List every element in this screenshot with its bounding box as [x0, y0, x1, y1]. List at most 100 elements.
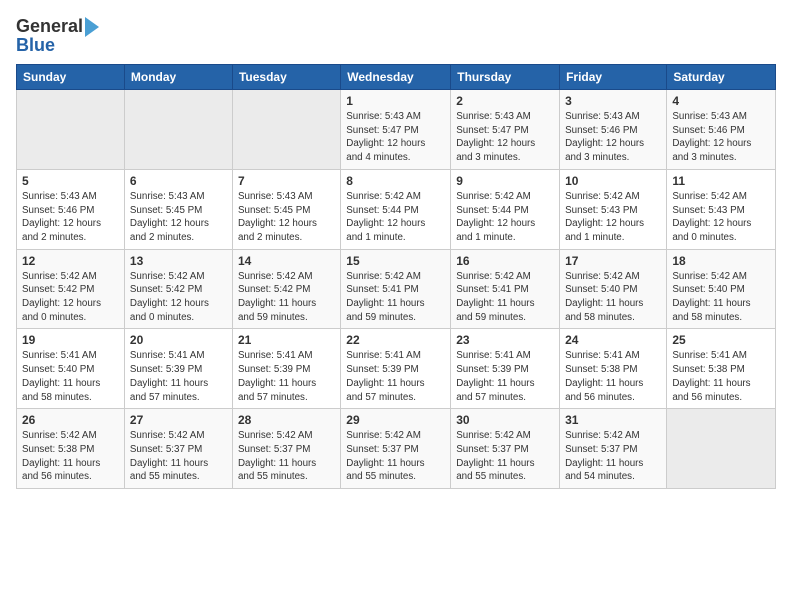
day-header-tuesday: Tuesday — [232, 65, 340, 90]
calendar-week-1: 1 Sunrise: 5:43 AM Sunset: 5:47 PM Daylig… — [17, 90, 776, 170]
calendar-cell: 3 Sunrise: 5:43 AM Sunset: 5:46 PM Daylig… — [560, 90, 667, 170]
calendar-week-4: 19Sunrise: 5:41 AM Sunset: 5:40 PM Dayli… — [17, 329, 776, 409]
day-info: Sunrise: 5:42 AM Sunset: 5:42 PM Dayligh… — [130, 270, 227, 325]
day-number: 19 — [22, 333, 119, 347]
day-header-friday: Friday — [560, 65, 667, 90]
day-info: Sunrise: 5:42 AM Sunset: 5:37 PM Dayligh… — [456, 429, 554, 484]
day-info: Sunrise: 5:42 AM Sunset: 5:37 PM Dayligh… — [565, 429, 661, 484]
day-info: Sunrise: 5:42 AM Sunset: 5:43 PM Dayligh… — [672, 190, 770, 245]
day-info: Sunrise: 5:42 AM Sunset: 5:44 PM Dayligh… — [346, 190, 445, 245]
day-info: Sunrise: 5:43 AM Sunset: 5:47 PM Dayligh… — [456, 110, 554, 165]
day-info: Sunrise: 5:43 AM Sunset: 5:46 PM Dayligh… — [565, 110, 661, 165]
calendar-cell: 5 Sunrise: 5:43 AM Sunset: 5:46 PM Daylig… — [17, 169, 125, 249]
day-number: 25 — [672, 333, 770, 347]
calendar-cell: 15Sunrise: 5:42 AM Sunset: 5:41 PM Dayli… — [341, 249, 451, 329]
calendar-week-5: 26 Sunrise: 5:42 AM Sunset: 5:38 PM Dayli… — [17, 409, 776, 489]
calendar-cell: 7Sunrise: 5:43 AM Sunset: 5:45 PM Daylig… — [232, 169, 340, 249]
days-of-week-row: SundayMondayTuesdayWednesdayThursdayFrid… — [17, 65, 776, 90]
day-number: 30 — [456, 413, 554, 427]
day-info: Sunrise: 5:42 AM Sunset: 5:37 PM Dayligh… — [238, 429, 335, 484]
logo: General Blue — [16, 16, 99, 56]
day-number: 2 — [456, 94, 554, 108]
day-number: 31 — [565, 413, 661, 427]
day-number: 28 — [238, 413, 335, 427]
calendar-cell: 31 Sunrise: 5:42 AM Sunset: 5:37 PM Dayli… — [560, 409, 667, 489]
day-number: 10 — [565, 174, 661, 188]
calendar-cell: 30 Sunrise: 5:42 AM Sunset: 5:37 PM Dayli… — [451, 409, 560, 489]
day-info: Sunrise: 5:42 AM Sunset: 5:37 PM Dayligh… — [346, 429, 445, 484]
day-number: 22 — [346, 333, 445, 347]
day-info: Sunrise: 5:42 AM Sunset: 5:43 PM Dayligh… — [565, 190, 661, 245]
calendar-cell — [667, 409, 776, 489]
day-number: 24 — [565, 333, 661, 347]
day-info: Sunrise: 5:42 AM Sunset: 5:42 PM Dayligh… — [238, 270, 335, 325]
calendar-cell — [232, 90, 340, 170]
day-number: 20 — [130, 333, 227, 347]
calendar-cell: 13 Sunrise: 5:42 AM Sunset: 5:42 PM Dayli… — [124, 249, 232, 329]
day-info: Sunrise: 5:42 AM Sunset: 5:41 PM Dayligh… — [456, 270, 554, 325]
calendar-cell: 25 Sunrise: 5:41 AM Sunset: 5:38 PM Dayli… — [667, 329, 776, 409]
day-number: 17 — [565, 254, 661, 268]
day-info: Sunrise: 5:42 AM Sunset: 5:42 PM Dayligh… — [22, 270, 119, 325]
day-number: 1 — [346, 94, 445, 108]
day-number: 23 — [456, 333, 554, 347]
day-info: Sunrise: 5:42 AM Sunset: 5:37 PM Dayligh… — [130, 429, 227, 484]
header: General Blue — [16, 16, 776, 56]
day-info: Sunrise: 5:43 AM Sunset: 5:45 PM Dayligh… — [130, 190, 227, 245]
logo-general: General — [16, 16, 83, 37]
day-info: Sunrise: 5:42 AM Sunset: 5:40 PM Dayligh… — [565, 270, 661, 325]
calendar-cell: 28 Sunrise: 5:42 AM Sunset: 5:37 PM Dayli… — [232, 409, 340, 489]
calendar-cell: 29 Sunrise: 5:42 AM Sunset: 5:37 PM Dayli… — [341, 409, 451, 489]
calendar-cell: 19Sunrise: 5:41 AM Sunset: 5:40 PM Dayli… — [17, 329, 125, 409]
calendar-cell — [17, 90, 125, 170]
day-number: 29 — [346, 413, 445, 427]
day-number: 15 — [346, 254, 445, 268]
calendar-table: SundayMondayTuesdayWednesdayThursdayFrid… — [16, 64, 776, 489]
day-info: Sunrise: 5:41 AM Sunset: 5:39 PM Dayligh… — [456, 349, 554, 404]
day-info: Sunrise: 5:43 AM Sunset: 5:46 PM Dayligh… — [22, 190, 119, 245]
day-number: 14 — [238, 254, 335, 268]
day-number: 27 — [130, 413, 227, 427]
day-info: Sunrise: 5:43 AM Sunset: 5:47 PM Dayligh… — [346, 110, 445, 165]
day-number: 21 — [238, 333, 335, 347]
logo-blue: Blue — [16, 35, 55, 56]
day-number: 11 — [672, 174, 770, 188]
day-header-saturday: Saturday — [667, 65, 776, 90]
day-number: 26 — [22, 413, 119, 427]
day-header-wednesday: Wednesday — [341, 65, 451, 90]
calendar-cell: 22Sunrise: 5:41 AM Sunset: 5:39 PM Dayli… — [341, 329, 451, 409]
calendar-cell — [124, 90, 232, 170]
calendar-cell: 27 Sunrise: 5:42 AM Sunset: 5:37 PM Dayli… — [124, 409, 232, 489]
day-number: 5 — [22, 174, 119, 188]
calendar-cell: 24 Sunrise: 5:41 AM Sunset: 5:38 PM Dayli… — [560, 329, 667, 409]
day-number: 16 — [456, 254, 554, 268]
calendar-cell: 14 Sunrise: 5:42 AM Sunset: 5:42 PM Dayli… — [232, 249, 340, 329]
day-info: Sunrise: 5:43 AM Sunset: 5:46 PM Dayligh… — [672, 110, 770, 165]
calendar-cell: 21 Sunrise: 5:41 AM Sunset: 5:39 PM Dayli… — [232, 329, 340, 409]
calendar-cell: 8Sunrise: 5:42 AM Sunset: 5:44 PM Daylig… — [341, 169, 451, 249]
calendar-cell: 4Sunrise: 5:43 AM Sunset: 5:46 PM Daylig… — [667, 90, 776, 170]
calendar-cell: 18Sunrise: 5:42 AM Sunset: 5:40 PM Dayli… — [667, 249, 776, 329]
calendar-cell: 20Sunrise: 5:41 AM Sunset: 5:39 PM Dayli… — [124, 329, 232, 409]
calendar-cell: 10 Sunrise: 5:42 AM Sunset: 5:43 PM Dayli… — [560, 169, 667, 249]
day-info: Sunrise: 5:41 AM Sunset: 5:38 PM Dayligh… — [672, 349, 770, 404]
calendar-week-3: 12Sunrise: 5:42 AM Sunset: 5:42 PM Dayli… — [17, 249, 776, 329]
day-number: 7 — [238, 174, 335, 188]
day-info: Sunrise: 5:41 AM Sunset: 5:39 PM Dayligh… — [238, 349, 335, 404]
calendar-cell: 12Sunrise: 5:42 AM Sunset: 5:42 PM Dayli… — [17, 249, 125, 329]
day-header-monday: Monday — [124, 65, 232, 90]
logo-arrow-icon — [85, 17, 99, 37]
day-info: Sunrise: 5:42 AM Sunset: 5:38 PM Dayligh… — [22, 429, 119, 484]
calendar-cell: 6 Sunrise: 5:43 AM Sunset: 5:45 PM Daylig… — [124, 169, 232, 249]
day-info: Sunrise: 5:42 AM Sunset: 5:40 PM Dayligh… — [672, 270, 770, 325]
calendar-body: 1 Sunrise: 5:43 AM Sunset: 5:47 PM Daylig… — [17, 90, 776, 489]
day-header-sunday: Sunday — [17, 65, 125, 90]
calendar-cell: 26 Sunrise: 5:42 AM Sunset: 5:38 PM Dayli… — [17, 409, 125, 489]
day-info: Sunrise: 5:41 AM Sunset: 5:38 PM Dayligh… — [565, 349, 661, 404]
calendar-cell: 9Sunrise: 5:42 AM Sunset: 5:44 PM Daylig… — [451, 169, 560, 249]
calendar-cell: 11 Sunrise: 5:42 AM Sunset: 5:43 PM Dayli… — [667, 169, 776, 249]
calendar-cell: 17 Sunrise: 5:42 AM Sunset: 5:40 PM Dayli… — [560, 249, 667, 329]
day-number: 13 — [130, 254, 227, 268]
day-number: 6 — [130, 174, 227, 188]
day-number: 3 — [565, 94, 661, 108]
